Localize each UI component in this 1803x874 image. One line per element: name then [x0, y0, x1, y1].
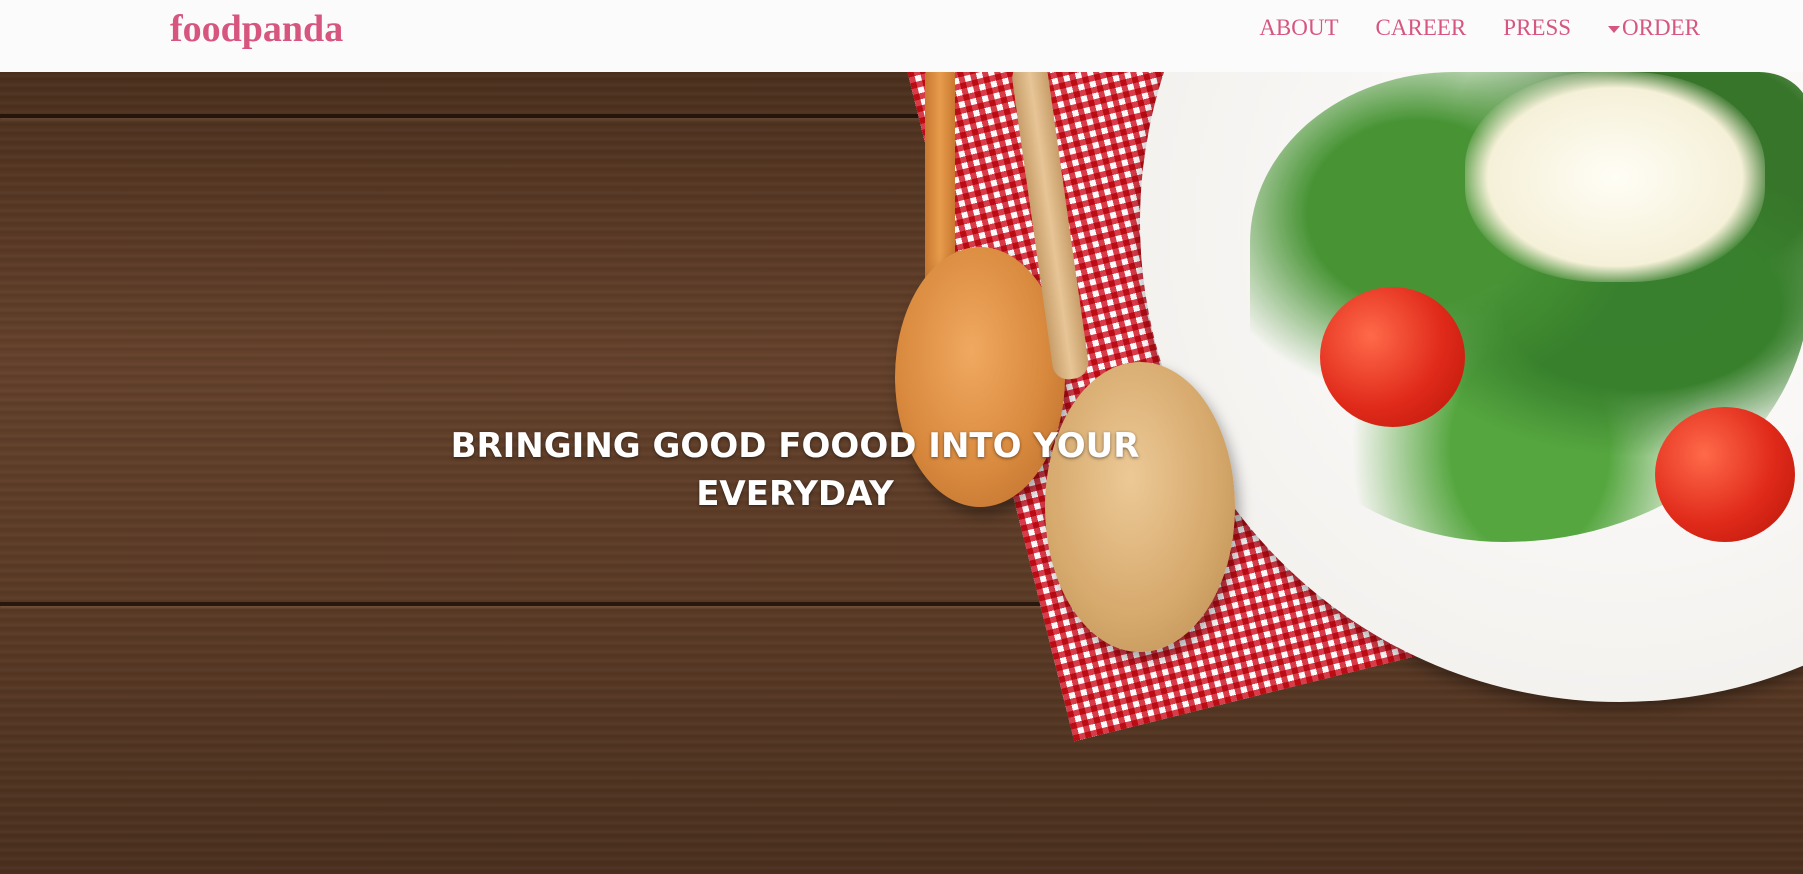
tomato — [1320, 287, 1465, 427]
brand-logo[interactable]: foodpanda — [170, 7, 343, 51]
mozzarella-topping — [1465, 72, 1765, 282]
nav-press-link[interactable]: PRESS — [1503, 15, 1571, 41]
hero-headline-line2: EVERYDAY — [696, 474, 894, 514]
nav-links: ABOUT CAREER PRESS ORDER — [1222, 15, 1700, 41]
nav-about-link[interactable]: ABOUT — [1259, 15, 1338, 41]
hero-section: BRINGING GOOD FOOOD INTO YOUR EVERYDAY — [0, 72, 1803, 874]
hero-headline: BRINGING GOOD FOOOD INTO YOUR EVERYDAY — [430, 422, 1160, 518]
hero-headline-line1: BRINGING GOOD FOOOD INTO YOUR — [450, 426, 1140, 466]
nav-order-dropdown[interactable]: ORDER — [1608, 15, 1700, 41]
top-navbar: foodpanda ABOUT CAREER PRESS ORDER — [0, 0, 1803, 72]
nav-order-label: ORDER — [1622, 15, 1700, 40]
caret-down-icon — [1608, 25, 1621, 33]
nav-career-link[interactable]: CAREER — [1376, 15, 1467, 41]
tomato — [1655, 407, 1795, 542]
